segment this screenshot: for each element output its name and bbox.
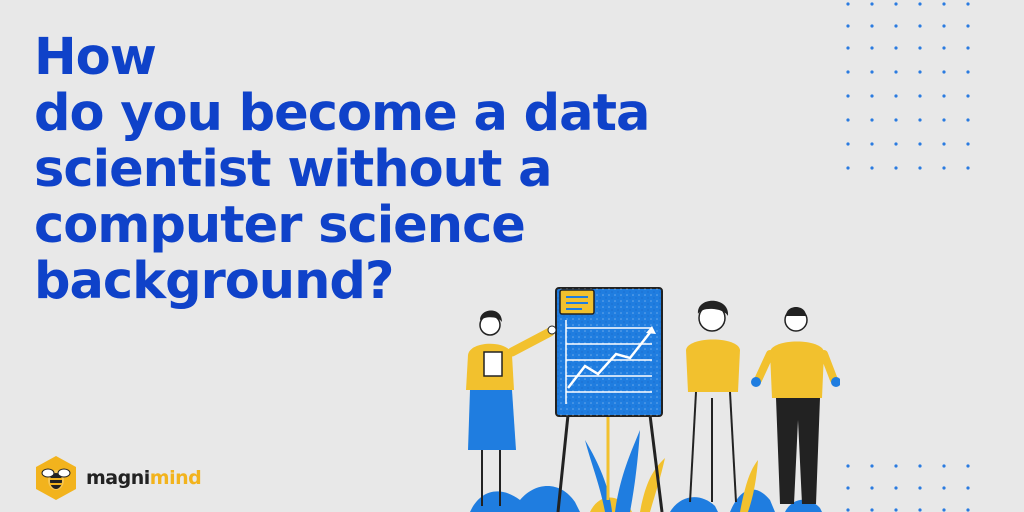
headline-line-4: computer science [34, 196, 526, 255]
brand-name-part-1: magni [86, 467, 150, 489]
dot-grid-bottom [846, 464, 970, 512]
dot-grid-top [846, 2, 970, 170]
brand-logo: magnimind [34, 452, 202, 504]
presenter-figure [466, 310, 557, 506]
listener-figure-2 [751, 307, 840, 504]
chart-board [555, 287, 664, 512]
headline-line-3: scientist without a [34, 140, 553, 199]
bee-hexagon-icon [36, 456, 76, 500]
headline-line-1: How [34, 28, 157, 87]
brand-name: magnimind [86, 467, 202, 489]
brand-name-part-2: mind [149, 467, 202, 489]
presentation-illustration [466, 287, 840, 512]
listener-figure-1 [686, 300, 740, 503]
foliage [470, 430, 822, 512]
headline: How do you become a data scientist witho… [34, 30, 654, 310]
headline-line-2: do you become a data [34, 84, 650, 143]
